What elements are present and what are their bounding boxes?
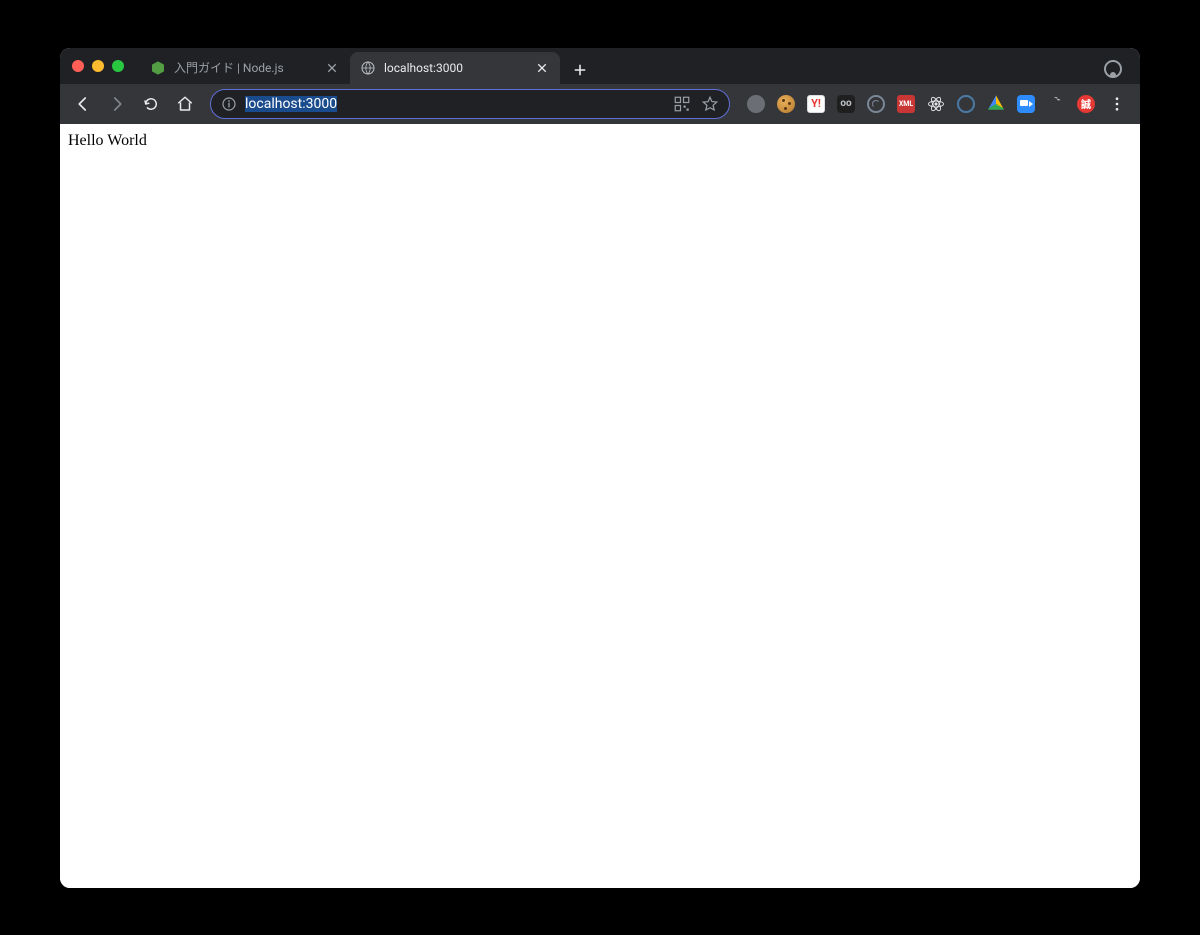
extension-button[interactable]: Y! [804,92,828,116]
tab-strip-right [1098,54,1128,84]
back-button[interactable] [68,89,98,119]
page-viewport: Hello World [60,124,1140,888]
nodejs-icon [150,60,166,76]
close-tab-icon[interactable] [324,60,340,76]
extension-button[interactable] [774,92,798,116]
extensions-menu-icon[interactable] [1044,92,1068,116]
globe-icon [360,60,376,76]
window-controls [72,60,124,72]
tab-strip: 入門ガイド | Node.js localhost:3000 [60,48,1140,84]
qr-code-icon[interactable] [673,95,691,113]
zoom-extension-icon[interactable] [1014,92,1038,116]
maximize-window-button[interactable] [112,60,124,72]
new-tab-button[interactable] [566,56,594,84]
extensions-area: Y! oo XML 誠 [744,92,1098,116]
minimize-window-button[interactable] [92,60,104,72]
extension-label: 誠 [1077,95,1095,113]
tab-title: 入門ガイド | Node.js [174,59,316,76]
reload-button[interactable] [136,89,166,119]
chrome-menu-button[interactable] [1102,89,1132,119]
extension-button[interactable]: oo [834,92,858,116]
extension-button[interactable] [744,92,768,116]
react-devtools-icon[interactable] [924,92,948,116]
extension-button[interactable] [954,92,978,116]
tabs: 入門ガイド | Node.js localhost:3000 [140,48,1140,84]
address-bar[interactable]: localhost:3000 [210,89,730,119]
site-info-icon[interactable] [221,96,237,112]
bookmark-star-icon[interactable] [701,95,719,113]
tab-localhost[interactable]: localhost:3000 [350,52,560,84]
toolbar: localhost:3000 Y! oo XML [60,84,1140,124]
profile-avatar-button[interactable] [1098,54,1128,84]
extension-button[interactable]: 誠 [1074,92,1098,116]
close-tab-icon[interactable] [534,60,550,76]
url-input[interactable]: localhost:3000 [245,96,665,112]
home-button[interactable] [170,89,200,119]
extension-label: Y! [807,95,825,113]
extension-button[interactable] [864,92,888,116]
page-body-text: Hello World [68,132,147,149]
forward-button[interactable] [102,89,132,119]
google-drive-icon[interactable] [984,92,1008,116]
tab-title: localhost:3000 [384,61,526,75]
close-window-button[interactable] [72,60,84,72]
extension-label: oo [837,95,855,113]
address-bar-actions [673,95,719,113]
avatar-icon [1104,60,1122,78]
extension-label: XML [897,95,915,113]
extension-button[interactable]: XML [894,92,918,116]
tab-nodejs-guide[interactable]: 入門ガイド | Node.js [140,52,350,84]
url-text: localhost:3000 [245,96,337,112]
browser-window: 入門ガイド | Node.js localhost:3000 [60,48,1140,888]
